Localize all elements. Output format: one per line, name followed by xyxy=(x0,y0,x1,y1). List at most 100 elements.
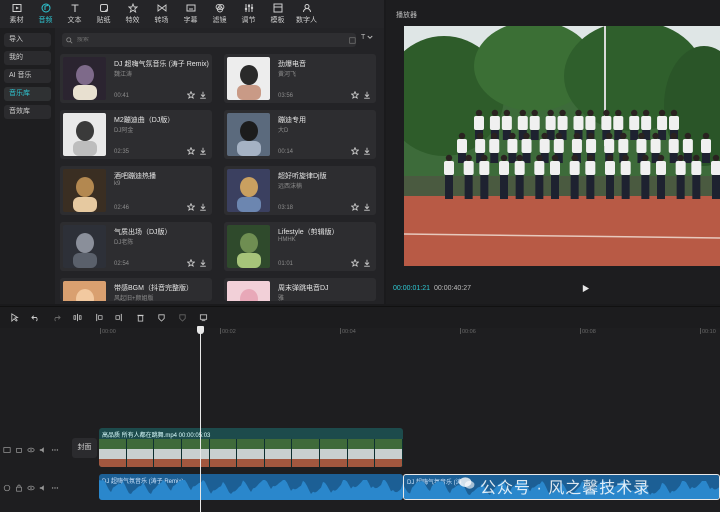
current-time: 00:00:01:21 xyxy=(393,285,430,292)
tab-filter[interactable]: 滤镜 xyxy=(205,0,234,28)
video-preview[interactable] xyxy=(404,26,720,266)
nav-item-import[interactable]: 导入 xyxy=(4,33,51,47)
song-card[interactable]: 酒吧蹦迪热播 k9 02:46 xyxy=(60,166,212,215)
audio-clip[interactable]: DJ 超嗨气氛音乐 (涛子 Remix) xyxy=(99,474,403,500)
track-hide-icon[interactable] xyxy=(15,446,23,454)
favorite-star-icon[interactable] xyxy=(351,259,359,267)
volume-icon[interactable] xyxy=(39,446,47,454)
split-right-icon[interactable] xyxy=(109,311,130,325)
tab-avatar[interactable]: 数字人 xyxy=(292,0,321,28)
track-lock-icon[interactable] xyxy=(3,446,11,454)
download-icon[interactable] xyxy=(199,91,207,99)
song-card[interactable]: 周末弹跳电音DJ 雅 xyxy=(224,278,376,301)
tab-caption[interactable]: 字幕 xyxy=(176,0,205,28)
delete-icon[interactable] xyxy=(130,311,151,325)
redo-icon[interactable] xyxy=(46,311,67,325)
song-title: Lifestyle（剪辑版） xyxy=(278,229,339,236)
song-cover-image xyxy=(63,57,106,100)
tab-transition[interactable]: 转场 xyxy=(147,0,176,28)
tab-label: 文本 xyxy=(67,16,82,24)
transition-icon xyxy=(157,4,167,13)
tab-template[interactable]: 模板 xyxy=(263,0,292,28)
caption-icon xyxy=(186,4,196,13)
download-icon[interactable] xyxy=(199,259,207,267)
song-card[interactable]: 蹦迪专用 大D 00:14 xyxy=(224,110,376,159)
undo-icon[interactable] xyxy=(25,311,46,325)
freeze-icon[interactable] xyxy=(151,311,172,325)
track-lock-icon[interactable] xyxy=(15,484,23,492)
play-icon[interactable] xyxy=(581,284,590,293)
video-clip[interactable]: 高品质 所有人都在跳舞.mp4 00:00:05:03 xyxy=(99,428,403,467)
song-duration: 02:35 xyxy=(114,149,130,155)
song-card[interactable]: 劲爆电音 黄河飞 03:56 xyxy=(224,54,376,103)
more-icon[interactable] xyxy=(51,484,59,492)
chevron-down-icon xyxy=(367,35,373,39)
media-icon xyxy=(12,4,22,13)
favorite-star-icon[interactable] xyxy=(187,91,195,99)
song-title: 带感BGM（抖音完整版） xyxy=(114,285,193,292)
song-card[interactable]: 超好听旋律Dj版 远西沫楠 03:18 xyxy=(224,166,376,215)
song-artist: 雅 xyxy=(278,296,285,301)
eye-icon[interactable] xyxy=(27,484,35,492)
favorite-star-icon[interactable] xyxy=(187,203,195,211)
more-icon[interactable] xyxy=(51,446,59,454)
select-tool-icon[interactable] xyxy=(4,311,25,325)
nav-item-sound-effects[interactable]: 音效库 xyxy=(4,105,51,119)
download-icon[interactable] xyxy=(199,203,207,211)
download-icon[interactable] xyxy=(363,147,371,155)
song-cover-image xyxy=(63,169,106,212)
tab-text[interactable]: 文本 xyxy=(60,0,89,28)
favorite-star-icon[interactable] xyxy=(351,147,359,155)
track-headers: 封面 xyxy=(0,328,98,512)
song-card[interactable]: DJ 超嗨气氛音乐 (涛子 Remix) 魏江涛 00:41 xyxy=(60,54,212,103)
eye-icon[interactable] xyxy=(27,446,35,454)
song-cover-image xyxy=(227,113,270,156)
clear-search-icon[interactable] xyxy=(349,36,356,44)
tab-audio[interactable]: 音频 xyxy=(31,0,60,28)
timeline-toolbar xyxy=(0,306,720,328)
download-icon[interactable] xyxy=(363,203,371,211)
favorite-star-icon[interactable] xyxy=(187,259,195,267)
split-icon[interactable] xyxy=(67,311,88,325)
filter-dropdown[interactable]: T xyxy=(361,34,373,41)
song-title: 超好听旋律Dj版 xyxy=(278,173,327,180)
video-thumbnail-frame xyxy=(181,439,210,467)
split-left-icon[interactable] xyxy=(88,311,109,325)
favorite-star-icon[interactable] xyxy=(351,203,359,211)
crop-icon[interactable] xyxy=(193,311,214,325)
mark-icon[interactable] xyxy=(172,311,193,325)
tab-adjust[interactable]: 调节 xyxy=(234,0,263,28)
ruler-tick xyxy=(580,328,581,334)
favorite-star-icon[interactable] xyxy=(351,91,359,99)
filter-icon xyxy=(215,3,225,13)
video-thumbnail-frame xyxy=(126,439,155,467)
song-card[interactable]: M2蹦迪曲（DJ版） DJ阿金 02:35 xyxy=(60,110,212,159)
tab-label: 音频 xyxy=(38,16,53,24)
playhead[interactable] xyxy=(200,326,201,512)
song-duration: 01:01 xyxy=(278,261,294,267)
tab-sticker[interactable]: 贴纸 xyxy=(89,0,118,28)
cover-button[interactable]: 封面 xyxy=(72,438,97,458)
download-icon[interactable] xyxy=(199,147,207,155)
nav-item-music-library[interactable]: 音乐库 xyxy=(4,87,51,101)
tab-media[interactable]: 素材 xyxy=(2,0,31,28)
download-icon[interactable] xyxy=(363,259,371,267)
audio-waveform xyxy=(99,480,403,500)
song-card[interactable]: 带感BGM（抖音完整版） 风起旧+颜姐版 xyxy=(60,278,212,301)
watermark-text: 公众号 · 风之馨技术录 xyxy=(480,480,651,497)
song-artist: 风起旧+颜姐版 xyxy=(114,296,154,301)
nav-item-ai-music[interactable]: AI 音乐 xyxy=(4,69,51,83)
tab-label: 素材 xyxy=(9,16,24,24)
song-card[interactable]: Lifestyle（剪辑版） HMHK 01:01 xyxy=(224,222,376,271)
nav-item-mine[interactable]: 我的 xyxy=(4,51,51,65)
volume-icon[interactable] xyxy=(39,484,47,492)
favorite-star-icon[interactable] xyxy=(187,147,195,155)
time-ruler[interactable]: 00:00 00:02 00:04 00:06 00:08 00:10 xyxy=(100,328,720,342)
search-box[interactable] xyxy=(62,33,356,47)
search-input[interactable] xyxy=(72,37,330,43)
video-thumbnail-frame xyxy=(320,439,348,467)
song-card[interactable]: 气质出场（DJ版） DJ老陈 02:54 xyxy=(60,222,212,271)
download-icon[interactable] xyxy=(363,91,371,99)
tab-effects[interactable]: 特效 xyxy=(118,0,147,28)
video-thumbnail-frame xyxy=(264,439,293,467)
